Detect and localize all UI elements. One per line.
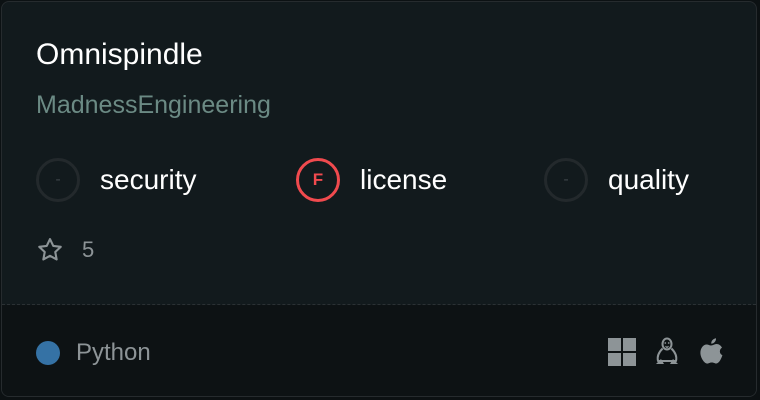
metric-license[interactable]: F license xyxy=(296,156,447,204)
metrics-row: - security F license - quality xyxy=(2,156,756,204)
quality-label: quality xyxy=(608,164,689,195)
card-body: Omnispindle MadnessEngineering - securit… xyxy=(2,2,756,304)
language: Python xyxy=(36,339,151,367)
repo-card[interactable]: Omnispindle MadnessEngineering - securit… xyxy=(1,1,757,397)
language-color-dot xyxy=(36,341,60,365)
apple-icon xyxy=(698,337,724,367)
platforms xyxy=(608,337,724,367)
metric-security[interactable]: - security xyxy=(36,156,196,204)
metric-quality[interactable]: - quality xyxy=(544,156,689,204)
security-label: security xyxy=(100,164,197,195)
repo-owner[interactable]: MadnessEngineering xyxy=(36,88,271,122)
license-label: license xyxy=(360,164,448,195)
language-name: Python xyxy=(76,339,151,366)
license-grade-badge: F xyxy=(296,158,340,202)
star-icon xyxy=(36,236,64,264)
security-grade-badge: - xyxy=(36,158,80,202)
linux-icon xyxy=(654,337,680,367)
quality-grade-badge: - xyxy=(544,158,588,202)
windows-icon xyxy=(608,338,636,366)
stars[interactable]: 5 xyxy=(36,236,94,264)
card-footer: Python xyxy=(2,305,756,396)
star-count: 5 xyxy=(82,237,95,262)
repo-name[interactable]: Omnispindle xyxy=(36,36,203,74)
